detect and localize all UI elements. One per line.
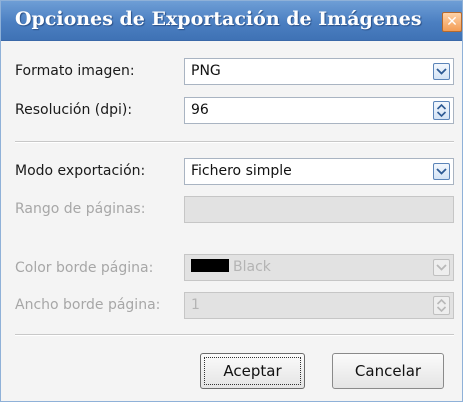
- format-dropdown-button[interactable]: [433, 63, 450, 80]
- border-color-label: Color borde página:: [15, 260, 154, 276]
- export-mode-select[interactable]: Fichero simple: [184, 158, 454, 185]
- border-color-dropdown-button[interactable]: [433, 259, 450, 276]
- title-bar[interactable]: Opciones de Exportación de Imágenes ✕: [1, 1, 462, 41]
- close-button[interactable]: ✕: [442, 12, 462, 32]
- page-range-label: Rango de páginas:: [15, 201, 146, 217]
- export-mode-value: Fichero simple: [191, 163, 292, 179]
- page-range-input[interactable]: [184, 196, 454, 223]
- color-swatch: [191, 259, 229, 272]
- export-mode-dropdown-button[interactable]: [433, 163, 450, 180]
- border-width-spin-buttons[interactable]: [433, 296, 450, 315]
- border-width-value: 1: [191, 297, 200, 313]
- export-images-dialog: Opciones de Exportación de Imágenes ✕ Fo…: [0, 0, 463, 402]
- chevron-down-icon: [436, 264, 447, 271]
- chevron-down-icon: [436, 168, 447, 175]
- chevron-down-icon: [436, 68, 447, 75]
- image-format-value: PNG: [191, 63, 221, 79]
- spinner-arrows-icon: [436, 298, 447, 313]
- format-label: Formato imagen:: [15, 63, 135, 79]
- separator-bottom: [15, 334, 454, 336]
- cancel-button[interactable]: Cancelar: [332, 353, 444, 389]
- border-color-value: Black: [233, 259, 271, 275]
- resolution-value: 96: [191, 102, 209, 118]
- border-color-select[interactable]: Black: [184, 254, 454, 281]
- dialog-title: Opciones de Exportación de Imágenes: [15, 8, 422, 30]
- image-format-select[interactable]: PNG: [184, 58, 454, 85]
- accept-button[interactable]: Aceptar: [200, 353, 305, 389]
- border-width-spinner[interactable]: 1: [184, 292, 454, 319]
- separator-top: [15, 141, 454, 143]
- close-icon: ✕: [446, 14, 458, 30]
- spinner-arrows-icon: [436, 103, 447, 118]
- border-width-label: Ancho borde página:: [15, 297, 161, 313]
- resolution-spinner[interactable]: 96: [184, 97, 454, 124]
- resolution-spin-buttons[interactable]: [433, 101, 450, 120]
- export-mode-label: Modo exportación:: [15, 163, 146, 179]
- resolution-label: Resolución (dpi):: [15, 102, 133, 118]
